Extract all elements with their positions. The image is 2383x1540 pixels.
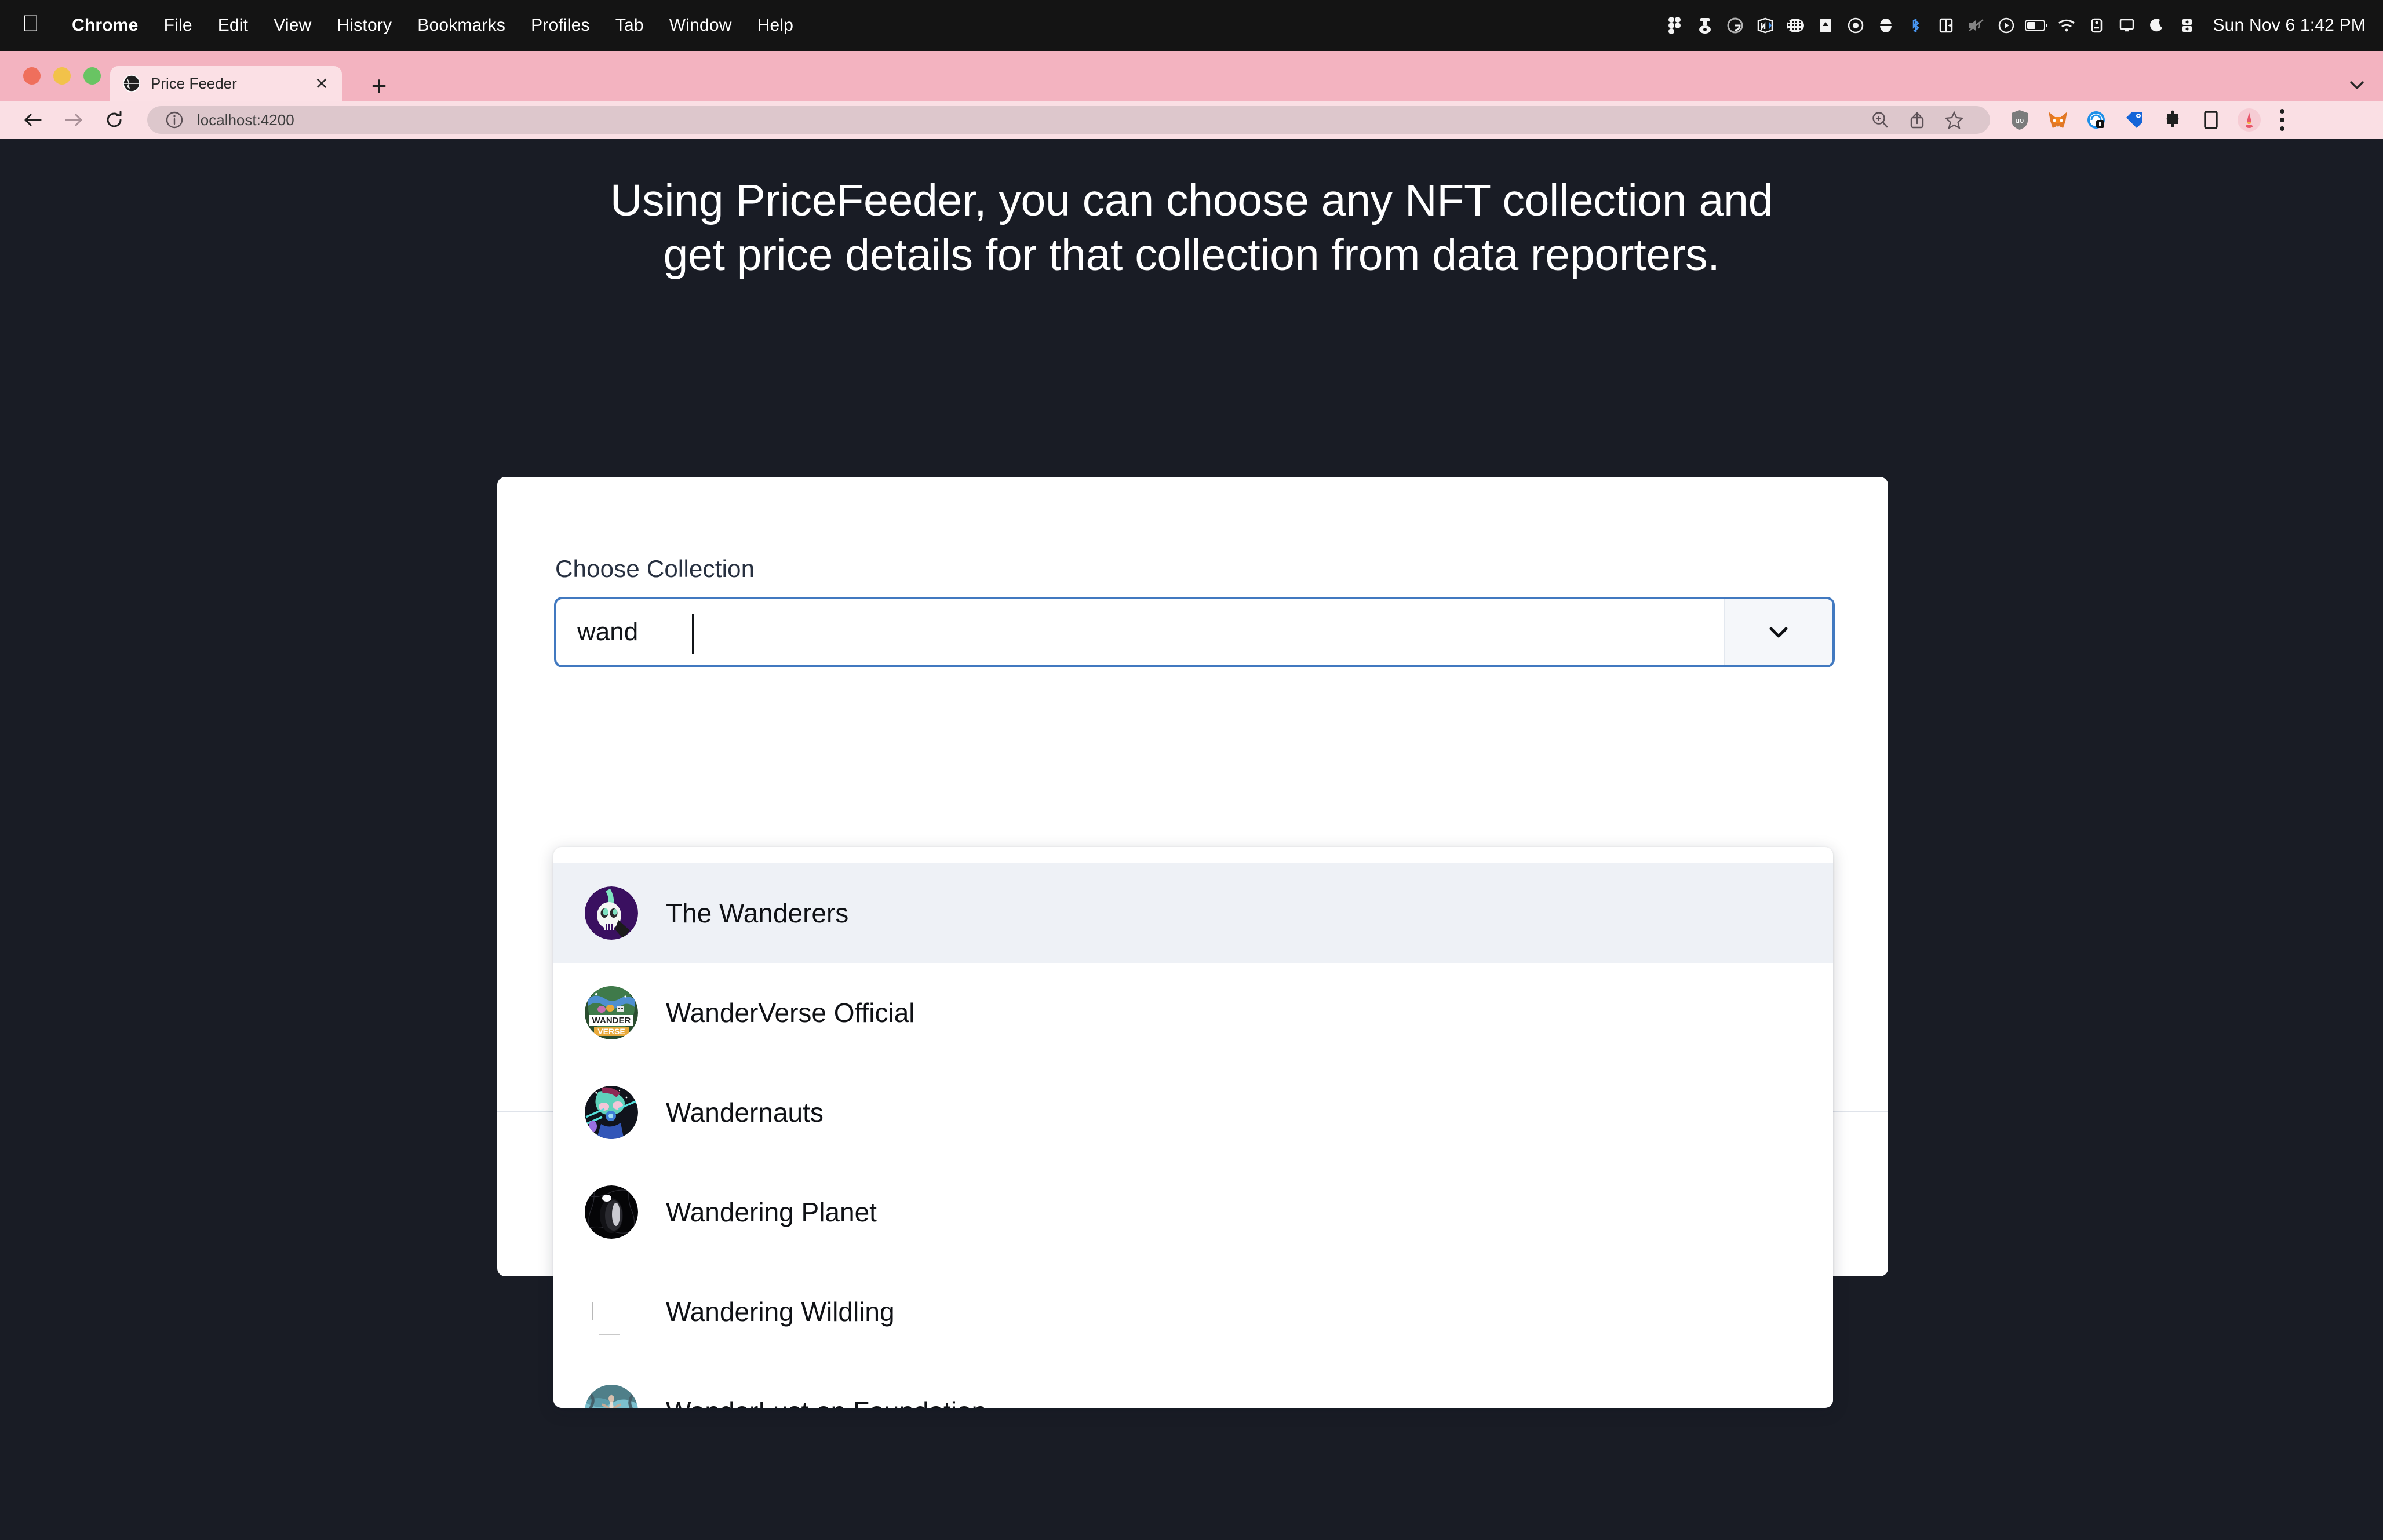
list-item[interactable]: The Wanderers bbox=[553, 863, 1833, 963]
share-icon[interactable] bbox=[1899, 106, 1936, 134]
wandernauts-avatar bbox=[585, 1086, 638, 1139]
privacy-lock-icon[interactable] bbox=[2077, 104, 2115, 136]
extensions-puzzle-icon[interactable] bbox=[2154, 104, 2192, 136]
collection-dropdown-list[interactable]: The Wanderers WANDER VERSE WanderVerse Of… bbox=[553, 847, 1833, 1408]
close-window-button[interactable] bbox=[23, 67, 41, 85]
maximize-window-button[interactable] bbox=[83, 67, 101, 85]
the-wanderers-avatar bbox=[585, 886, 638, 940]
notion-icon[interactable] bbox=[1750, 17, 1780, 34]
svg-text:VERSE: VERSE bbox=[597, 1027, 625, 1036]
battery-icon[interactable] bbox=[2021, 19, 2052, 32]
display-icon[interactable] bbox=[2112, 18, 2142, 33]
choose-collection-label: Choose Collection bbox=[555, 555, 755, 582]
forward-arrow-icon bbox=[53, 104, 94, 136]
reload-icon[interactable] bbox=[94, 104, 134, 136]
profile-avatar-icon[interactable] bbox=[2230, 104, 2268, 136]
collection-dropdown-toggle[interactable] bbox=[1724, 599, 1832, 665]
menu-item-view[interactable]: View bbox=[261, 16, 324, 35]
collection-select-control[interactable] bbox=[554, 597, 1835, 667]
page-title-line-1: Using PriceFeeder, you can choose any NF… bbox=[610, 176, 1773, 225]
ublock-origin-icon[interactable]: uo bbox=[2001, 104, 2039, 136]
menu-item-window[interactable]: Window bbox=[657, 16, 745, 35]
browser-extensions: uo bbox=[2001, 104, 2296, 136]
globe-favicon-icon bbox=[123, 75, 140, 92]
menu-item-profiles[interactable]: Profiles bbox=[518, 16, 603, 35]
svg-text:WANDER: WANDER bbox=[592, 1016, 631, 1026]
site-info-icon[interactable] bbox=[165, 110, 184, 130]
tab-close-icon[interactable]: ✕ bbox=[312, 74, 331, 93]
chevron-down-icon bbox=[1769, 627, 1788, 638]
wifi-icon[interactable] bbox=[2052, 19, 2082, 32]
minimize-window-button[interactable] bbox=[53, 67, 71, 85]
address-bar[interactable]: localhost:4200 bbox=[147, 106, 1990, 134]
list-item[interactable]: WANDER VERSE WanderVerse Official bbox=[553, 963, 1833, 1063]
macos-menu-bar:  Chrome File Edit View History Bookmark… bbox=[0, 0, 2383, 51]
menu-item-file[interactable]: File bbox=[151, 16, 205, 35]
list-item[interactable]: Wandernauts bbox=[553, 1063, 1833, 1162]
cleanshot-icon[interactable] bbox=[1690, 17, 1720, 34]
kebab-dot bbox=[2280, 126, 2284, 131]
list-item[interactable]: Wandering Wildling bbox=[553, 1262, 1833, 1362]
do-not-disturb-icon[interactable] bbox=[2142, 18, 2172, 33]
figma-icon[interactable] bbox=[1660, 17, 1690, 34]
divvy-icon[interactable] bbox=[1931, 17, 1961, 34]
address-bar-actions bbox=[1861, 106, 1973, 134]
address-bar-url: localhost:4200 bbox=[197, 111, 294, 129]
bookmark-star-icon[interactable] bbox=[1936, 106, 1973, 134]
control-center-icon[interactable] bbox=[2082, 17, 2112, 34]
wandering-planet-avatar bbox=[585, 1185, 638, 1239]
zoom-icon[interactable] bbox=[1871, 17, 1901, 34]
kebab-dot bbox=[2280, 118, 2284, 122]
price-tag-icon[interactable] bbox=[2115, 104, 2154, 136]
list-item-label: The Wanderers bbox=[666, 898, 849, 928]
new-tab-button[interactable]: + bbox=[365, 72, 393, 100]
list-item[interactable]: Wandering Planet bbox=[553, 1162, 1833, 1262]
keyboard-icon[interactable] bbox=[1780, 18, 1810, 33]
svg-text:uo: uo bbox=[2016, 116, 2024, 125]
list-item-label: Wandering Planet bbox=[666, 1197, 877, 1227]
list-item-label: Wandering Wildling bbox=[666, 1297, 895, 1327]
menu-item-help[interactable]: Help bbox=[745, 16, 807, 35]
zoom-icon[interactable] bbox=[1861, 106, 1899, 134]
browser-toolbar: localhost:4200 uo bbox=[0, 101, 2383, 139]
kebab-menu-icon[interactable] bbox=[2268, 104, 2296, 136]
kebab-dot bbox=[2280, 109, 2284, 114]
dropbox-icon[interactable] bbox=[1810, 17, 1841, 34]
menu-item-history[interactable]: History bbox=[325, 16, 405, 35]
list-item-label: WanderVerse Official bbox=[666, 998, 915, 1028]
browser-tab-price-feeder[interactable]: Price Feeder ✕ bbox=[110, 66, 342, 101]
apple-logo-icon[interactable]:  bbox=[22, 12, 39, 35]
macos-status-items: Sun Nov 6 1:42 PM bbox=[1660, 16, 2366, 35]
grammarly-icon[interactable] bbox=[1720, 17, 1750, 34]
bluetooth-icon[interactable] bbox=[1901, 17, 1931, 34]
menu-item-tab[interactable]: Tab bbox=[603, 16, 657, 35]
page-title: Using PriceFeeder, you can choose any NF… bbox=[0, 174, 2383, 283]
menu-bar-clock[interactable]: Sun Nov 6 1:42 PM bbox=[2213, 16, 2366, 35]
list-item[interactable]: WanderLust on Foundation bbox=[553, 1362, 1833, 1408]
menu-item-bookmarks[interactable]: Bookmarks bbox=[405, 16, 518, 35]
tab-search-chevron-down-icon[interactable] bbox=[2348, 76, 2366, 95]
browser-tab-strip: Price Feeder ✕ + bbox=[0, 51, 2383, 101]
menu-item-chrome[interactable]: Chrome bbox=[59, 16, 151, 35]
wanderverse-official-avatar: WANDER VERSE bbox=[585, 986, 638, 1039]
list-item-label: Wandernauts bbox=[666, 1097, 824, 1127]
now-playing-icon[interactable] bbox=[1991, 17, 2021, 34]
collection-search-input[interactable] bbox=[556, 599, 1724, 665]
stats-icon[interactable] bbox=[2172, 17, 2202, 34]
side-panel-icon[interactable] bbox=[2192, 104, 2230, 136]
web-page-content: Using PriceFeeder, you can choose any NF… bbox=[0, 139, 2383, 1540]
page-title-line-2: get price details for that collection fr… bbox=[663, 229, 1720, 280]
wandering-wildling-avatar bbox=[585, 1285, 638, 1338]
window-controls bbox=[23, 67, 101, 85]
metamask-fox-icon[interactable] bbox=[2039, 104, 2077, 136]
menu-item-edit[interactable]: Edit bbox=[205, 16, 261, 35]
list-item-label: WanderLust on Foundation bbox=[666, 1396, 986, 1408]
rectangle-icon[interactable] bbox=[1841, 17, 1871, 34]
macos-app-menu: Chrome File Edit View History Bookmarks … bbox=[59, 16, 806, 35]
wanderlust-on-foundation-avatar bbox=[585, 1385, 638, 1408]
text-cursor bbox=[692, 614, 694, 654]
browser-tab-title: Price Feeder bbox=[151, 74, 237, 92]
volume-muted-icon[interactable] bbox=[1961, 18, 1991, 33]
back-arrow-icon[interactable] bbox=[13, 104, 53, 136]
